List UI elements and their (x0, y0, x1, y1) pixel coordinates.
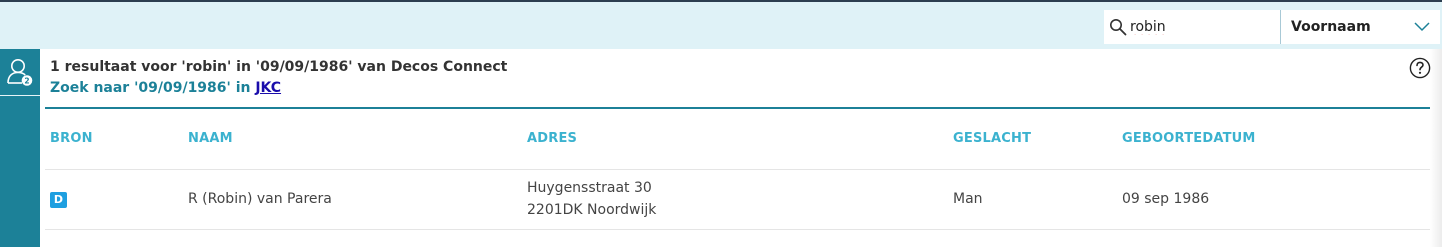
column-header-name[interactable]: NAAM (188, 131, 233, 146)
row-birthdate: 09 sep 1986 (1122, 191, 1210, 207)
row-gender: Man (953, 191, 983, 207)
column-header-gender[interactable]: GESLACHT (953, 131, 1031, 146)
search-box[interactable] (1104, 10, 1280, 44)
search-icon (1110, 19, 1127, 36)
column-header-source[interactable]: BRON (50, 131, 93, 146)
alt-search-link[interactable]: JKC (255, 80, 281, 96)
results-divider (45, 107, 1430, 109)
search-field-select[interactable]: Voornaam (1280, 10, 1440, 44)
scroll-edge (1430, 49, 1442, 247)
column-header-address[interactable]: ADRES (527, 131, 577, 146)
top-bar: Voornaam (0, 2, 1442, 49)
help-icon[interactable] (1409, 57, 1431, 79)
sidebar: 2 (0, 49, 40, 247)
row-name: R (Robin) van Parera (188, 191, 332, 207)
alt-search-text: Zoek naar '09/09/1986' in (50, 80, 256, 96)
source-badge: D (50, 192, 67, 208)
sidebar-badge-count: 2 (24, 76, 29, 85)
result-summary: 1 resultaat voor 'robin' in '09/09/1986'… (50, 59, 508, 75)
sidebar-item-persons[interactable]: 2 (0, 49, 40, 96)
search-field-select-value: Voornaam (1291, 19, 1371, 35)
row-address-line1: Huygensstraat 30 (527, 180, 652, 196)
alt-search-line: Zoek naar '09/09/1986' in JKC (50, 80, 281, 96)
header-row-divider (45, 169, 1430, 170)
column-header-birthdate[interactable]: GEBOORTEDATUM (1122, 131, 1256, 146)
row-divider (45, 229, 1430, 230)
search-input[interactable] (1130, 16, 1275, 38)
chevron-down-icon (1414, 22, 1430, 32)
row-address-line2: 2201DK Noordwijk (527, 202, 657, 218)
user-icon: 2 (7, 59, 33, 86)
